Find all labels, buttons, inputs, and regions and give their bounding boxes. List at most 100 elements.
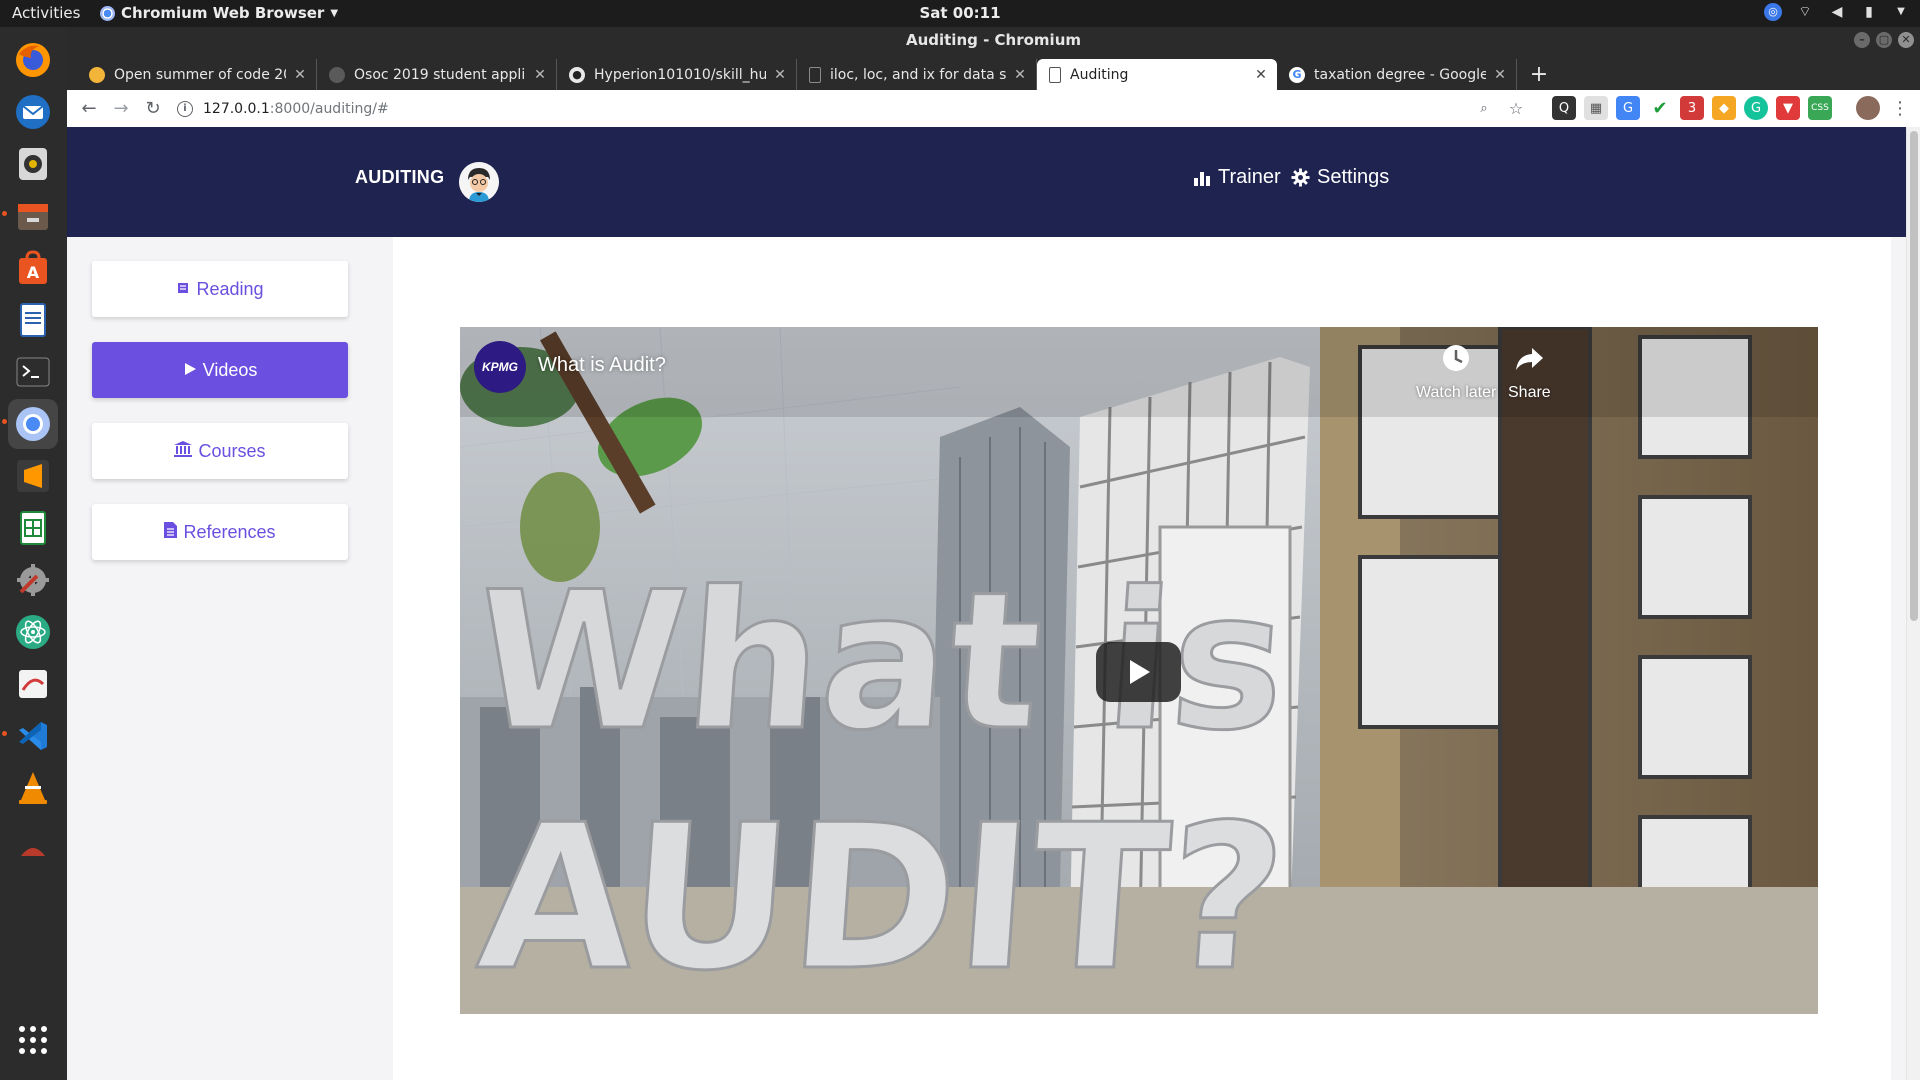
tab-close-icon[interactable]: ✕: [532, 67, 548, 83]
window-titlebar[interactable]: Auditing - Chromium – ▢ ✕: [67, 27, 1920, 54]
forward-button[interactable]: →: [105, 93, 137, 125]
tab-close-icon[interactable]: ✕: [292, 67, 308, 83]
partial-icon[interactable]: [8, 815, 58, 865]
writer-icon[interactable]: [8, 295, 58, 345]
watch-later-button[interactable]: Watch later: [1416, 341, 1496, 402]
site-info-icon[interactable]: i: [177, 100, 193, 117]
sidebar-item-label: Videos: [202, 359, 258, 380]
video-player[interactable]: What is AUDIT? KPMG What is Audit? Watch…: [460, 327, 1818, 1014]
chromium-icon: [100, 5, 115, 21]
tab-close-icon[interactable]: ✕: [772, 67, 788, 83]
browser-menu-icon[interactable]: ⋮: [1888, 96, 1912, 120]
scrollbar-thumb[interactable]: [1910, 131, 1918, 621]
grammarly-icon[interactable]: G: [1744, 96, 1768, 120]
address-bar[interactable]: i 127.0.0.1:8000/auditing/#: [177, 94, 389, 124]
app-menu-label: Chromium Web Browser: [121, 4, 325, 22]
tab-close-icon[interactable]: ✕: [1492, 67, 1508, 83]
extension-search-icon[interactable]: Q: [1552, 96, 1576, 120]
page-viewport: AUDITING Trainer Settings Reading Videos…: [67, 127, 1920, 1080]
share-button[interactable]: Share: [1508, 341, 1551, 402]
battery-icon[interactable]: ▮: [1860, 3, 1878, 21]
tab-title: Osoc 2019 student applic: [354, 66, 526, 83]
chromium-icon[interactable]: [8, 399, 58, 449]
minimize-icon[interactable]: –: [1854, 32, 1870, 48]
browser-toolbar: ← → ↻ i 127.0.0.1:8000/auditing/# ⌕ ☆ Q …: [67, 90, 1920, 128]
url-path: :8000/auditing/#: [269, 100, 389, 117]
clock-icon: [1443, 345, 1470, 371]
calc-icon[interactable]: [8, 503, 58, 553]
tab-skill-hut[interactable]: ● Hyperion101010/skill_hut ✕: [557, 59, 797, 90]
bookmark-star-icon[interactable]: ☆: [1504, 96, 1528, 120]
close-icon[interactable]: ✕: [1898, 32, 1914, 48]
nav-settings[interactable]: Settings: [1291, 166, 1389, 189]
page-scrollbar[interactable]: [1906, 127, 1920, 1080]
url-host: 127.0.0.1: [203, 100, 270, 117]
atom-icon[interactable]: [8, 607, 58, 657]
power-chevron-icon[interactable]: ▼: [1892, 3, 1910, 21]
maximize-icon[interactable]: ▢: [1876, 32, 1892, 48]
share-arrow-icon: [1516, 348, 1544, 370]
extension-orange-icon[interactable]: ◆: [1712, 96, 1736, 120]
tab-taxation-degree[interactable]: G taxation degree - Google ✕: [1277, 59, 1517, 90]
sublime-text-icon[interactable]: [8, 451, 58, 501]
extension-green-icon[interactable]: CSS: [1808, 96, 1832, 120]
sidebar-item-label: References: [183, 521, 276, 542]
play-button-icon[interactable]: [1096, 642, 1181, 702]
vscode-icon[interactable]: [8, 711, 58, 761]
tab-title: Open summer of code 20: [114, 66, 286, 83]
activities-button[interactable]: Activities: [12, 4, 80, 22]
sidebar-item-references[interactable]: References: [92, 504, 348, 560]
browser-window: Auditing - Chromium – ▢ ✕ Open summer of…: [67, 27, 1920, 1080]
system-tray[interactable]: ◎ ⌔ ◀︎ ▮ ▼: [1764, 3, 1910, 21]
bar-chart-icon: [1194, 171, 1210, 186]
extension-badge-icon[interactable]: 3: [1680, 96, 1704, 120]
profile-avatar-icon[interactable]: [1856, 96, 1880, 120]
chevron-down-icon: ▼: [330, 7, 339, 19]
sidebar-item-reading[interactable]: Reading: [92, 261, 348, 317]
tab-auditing[interactable]: Auditing ✕: [1037, 59, 1277, 90]
sidebar-item-courses[interactable]: Courses: [92, 423, 348, 479]
evince-icon[interactable]: [8, 659, 58, 709]
vlc-icon[interactable]: [8, 763, 58, 813]
tab-title: Hyperion101010/skill_hut: [594, 66, 766, 83]
tab-close-icon[interactable]: ✕: [1012, 67, 1028, 83]
back-button[interactable]: ←: [73, 93, 105, 125]
software-center-icon[interactable]: A: [8, 243, 58, 293]
translate-icon[interactable]: G: [1616, 96, 1640, 120]
app-menu[interactable]: Chromium Web Browser ▼: [100, 4, 338, 22]
sidebar-item-videos[interactable]: Videos: [92, 342, 348, 398]
checkmark-extension-icon[interactable]: ✔: [1648, 96, 1672, 120]
shield-extension-icon[interactable]: ▼: [1776, 96, 1800, 120]
wifi-icon[interactable]: ⌔: [1796, 3, 1814, 21]
volume-icon[interactable]: ◀︎: [1828, 3, 1846, 21]
terminal-icon[interactable]: [8, 347, 58, 397]
tab-close-icon[interactable]: ✕: [1253, 67, 1269, 83]
files-icon[interactable]: [8, 191, 58, 241]
avatar-logo-icon[interactable]: [459, 162, 499, 202]
nav-trainer[interactable]: Trainer: [1193, 166, 1281, 189]
tab-title: iloc, loc, and ix for data se: [830, 66, 1006, 83]
chrome-remote-icon[interactable]: ◎: [1764, 3, 1782, 21]
extension-table-icon[interactable]: ▦: [1584, 96, 1608, 120]
thunderbird-icon[interactable]: [8, 87, 58, 137]
thumbnail-title-line-2: AUDIT?: [472, 782, 1292, 1014]
site-brand[interactable]: AUDITING: [355, 167, 444, 188]
tab-osoc-student-application[interactable]: Osoc 2019 student applic ✕: [317, 59, 557, 90]
tab-open-summer-of-code[interactable]: Open summer of code 20 ✕: [77, 59, 317, 90]
rhythmbox-icon[interactable]: [8, 139, 58, 189]
book-icon: [176, 279, 190, 300]
video-title[interactable]: What is Audit?: [538, 354, 666, 377]
toolbar-actions: ⌕ ☆ Q ▦ G ✔ 3 ◆ G ▼ CSS ⋮: [1472, 96, 1912, 120]
firefox-icon[interactable]: [8, 35, 58, 85]
nav-trainer-label: Trainer: [1218, 166, 1281, 188]
zoom-icon[interactable]: ⌕: [1472, 96, 1496, 120]
new-tab-button[interactable]: +: [1527, 59, 1551, 90]
settings-icon[interactable]: [8, 555, 58, 605]
channel-logo[interactable]: KPMG: [474, 341, 526, 393]
tab-iloc-loc-ix[interactable]: iloc, loc, and ix for data se ✕: [797, 59, 1037, 90]
dock: A: [0, 27, 67, 1080]
show-apps-icon[interactable]: [8, 1015, 58, 1065]
reload-button[interactable]: ↻: [137, 93, 169, 125]
